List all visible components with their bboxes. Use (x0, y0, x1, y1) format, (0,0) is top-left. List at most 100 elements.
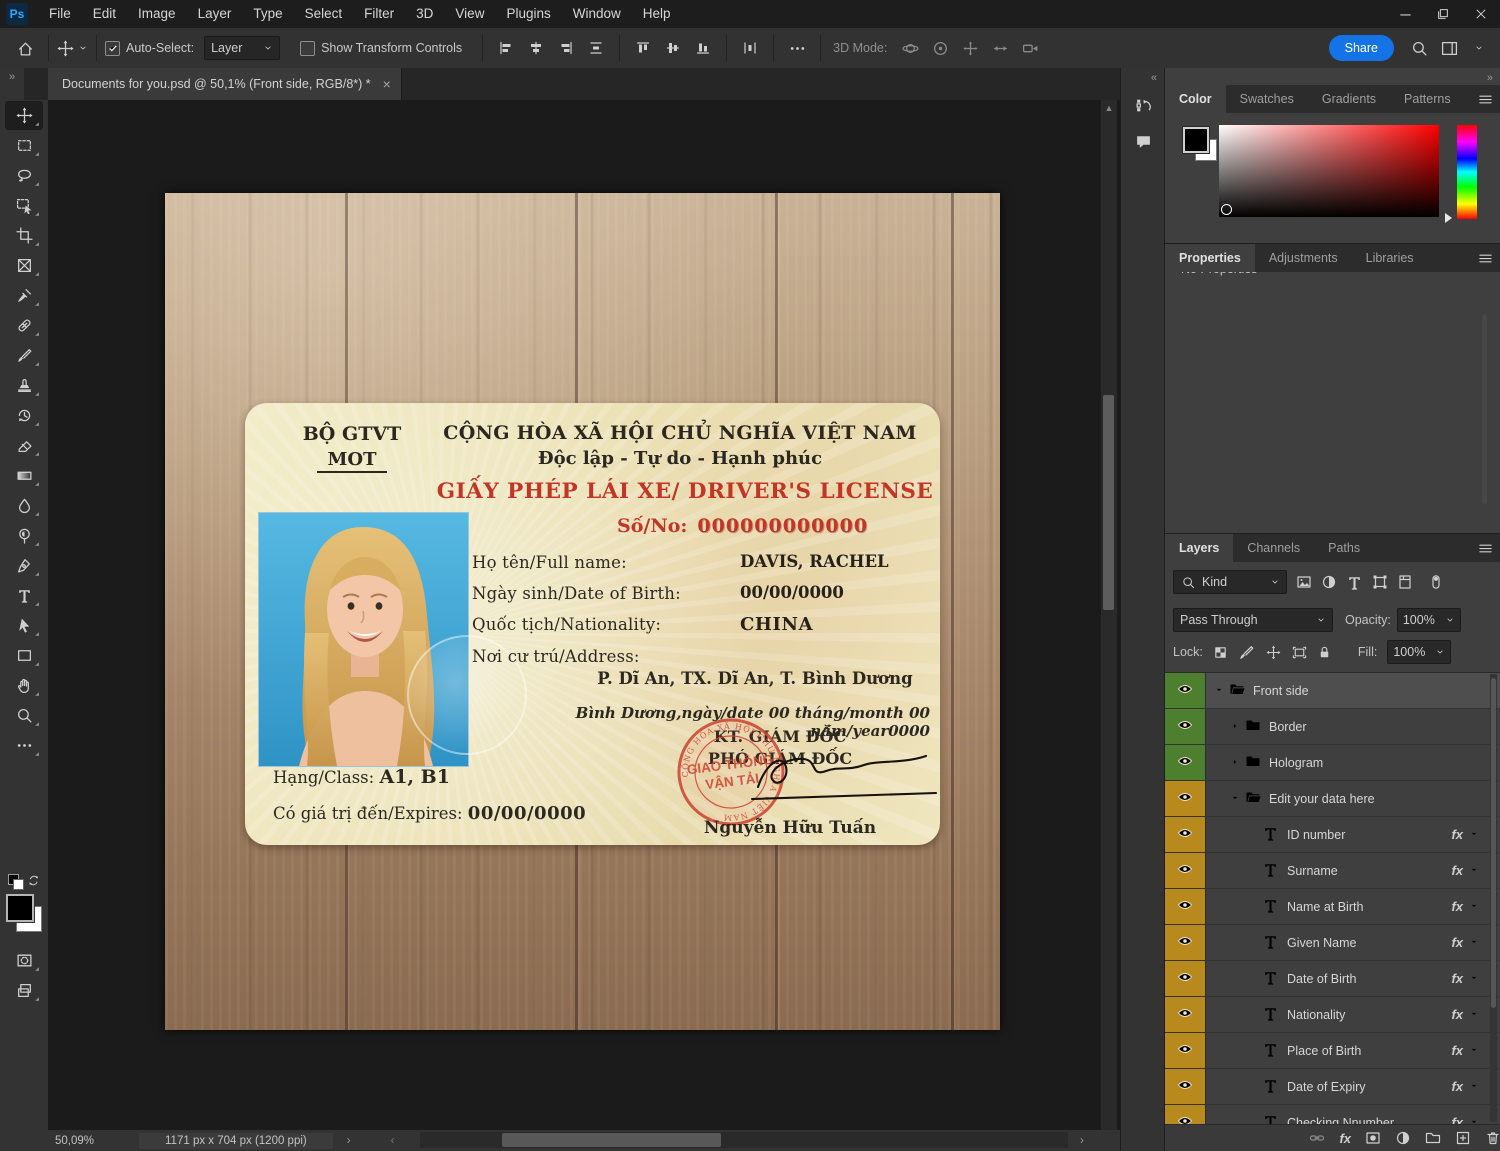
horizontal-scroll-thumb[interactable] (502, 1133, 721, 1147)
layer-visibility-toggle[interactable] (1165, 781, 1206, 816)
tab-paths[interactable]: Paths (1314, 534, 1374, 562)
tab-swatches[interactable]: Swatches (1226, 85, 1308, 113)
tab-patterns[interactable]: Patterns (1390, 85, 1465, 113)
menu-layer[interactable]: Layer (187, 0, 243, 28)
tool-crop[interactable] (5, 221, 43, 250)
swap-colors-icon[interactable] (28, 874, 41, 887)
layer-fx-badge[interactable]: fx (1451, 935, 1463, 950)
filter-shape-layers-icon[interactable] (1372, 574, 1388, 590)
fx-expand-chevron[interactable] (1469, 1008, 1479, 1022)
layer-fx-badge[interactable]: fx (1451, 1079, 1463, 1094)
tool-dodge[interactable] (5, 521, 43, 550)
layer-visibility-toggle[interactable] (1165, 961, 1206, 996)
layer-fx-badge[interactable]: fx (1451, 863, 1463, 878)
layer-row-front-side[interactable]: Front side (1165, 673, 1500, 709)
layer-name[interactable]: Date of Birth (1287, 972, 1356, 986)
layer-row-checking-nnumber[interactable]: Checking Nnumberfx (1165, 1105, 1500, 1125)
collapse-panels-chevron[interactable]: « (1121, 68, 1165, 84)
layer-row-border[interactable]: Border (1165, 709, 1500, 745)
share-button[interactable]: Share (1329, 35, 1394, 61)
align-middle-button[interactable] (658, 33, 688, 63)
fx-expand-chevron[interactable] (1469, 828, 1479, 842)
tool-clone-stamp[interactable] (5, 371, 43, 400)
layer-name[interactable]: Front side (1253, 684, 1309, 698)
layer-row-edit-your-data-here[interactable]: Edit your data here (1165, 781, 1500, 817)
tab-layers[interactable]: Layers (1165, 534, 1233, 562)
quick-mask-button[interactable] (5, 946, 43, 975)
vertical-scroll-thumb[interactable] (1103, 395, 1114, 610)
fx-expand-chevron[interactable] (1469, 864, 1479, 878)
auto-select-checkbox[interactable] (105, 41, 120, 56)
fx-expand-chevron[interactable] (1469, 1044, 1479, 1058)
layer-fx-badge[interactable]: fx (1451, 827, 1463, 842)
more-align-options-button[interactable] (782, 33, 812, 63)
fill-input[interactable]: 100% (1387, 640, 1451, 664)
tool-spot-healing[interactable] (5, 311, 43, 340)
layer-row-hologram[interactable]: Hologram (1165, 745, 1500, 781)
link-layers-icon[interactable] (1309, 1130, 1325, 1146)
layer-name[interactable]: Place of Birth (1287, 1044, 1361, 1058)
restore-button[interactable] (1424, 0, 1462, 28)
hue-slider-arrow[interactable] (1445, 213, 1452, 223)
fx-expand-chevron[interactable] (1469, 1080, 1479, 1094)
align-left-button[interactable] (491, 33, 521, 63)
tab-gradients[interactable]: Gradients (1308, 85, 1390, 113)
layer-effects-icon[interactable]: fx (1339, 1131, 1351, 1146)
blend-mode-dropdown[interactable]: Pass Through (1173, 608, 1333, 632)
tool-type[interactable] (5, 581, 43, 610)
license-card[interactable]: BỘ GTVT MOT CỘNG HÒA XÃ HỘI CHỦ NGHĨA VI… (245, 403, 940, 845)
tool-rectangular-marquee[interactable] (5, 131, 43, 160)
tools-collapse-control[interactable]: » (0, 68, 24, 103)
layer-row-id-number[interactable]: ID numberfx (1165, 817, 1500, 853)
tab-color[interactable]: Color (1165, 85, 1226, 113)
new-layer-icon[interactable] (1455, 1130, 1471, 1146)
lock-artboard-icon[interactable] (1292, 645, 1307, 660)
tool-pen[interactable] (5, 551, 43, 580)
menu-window[interactable]: Window (562, 0, 632, 28)
tool-rectangle[interactable] (5, 641, 43, 670)
layer-fx-badge[interactable]: fx (1451, 1043, 1463, 1058)
close-button[interactable] (1462, 0, 1500, 28)
layer-fx-badge[interactable]: fx (1451, 1007, 1463, 1022)
menu-help[interactable]: Help (632, 0, 682, 28)
filter-type-layers-icon[interactable] (1346, 574, 1363, 591)
expand-panels-chevron[interactable]: » (1487, 72, 1493, 84)
layer-visibility-toggle[interactable] (1165, 1033, 1206, 1068)
scroll-right-arrow[interactable]: › (1080, 1135, 1084, 1147)
filter-toggle-switch[interactable] (1428, 574, 1444, 590)
layer-visibility-toggle[interactable] (1165, 817, 1206, 852)
layer-name[interactable]: Border (1269, 720, 1307, 734)
layer-visibility-toggle[interactable] (1165, 925, 1206, 960)
tool-zoom[interactable] (5, 701, 43, 730)
3d-slide-button[interactable] (985, 33, 1015, 63)
layer-row-surname[interactable]: Surnamefx (1165, 853, 1500, 889)
workspace-chevron-button[interactable] (1464, 33, 1494, 63)
color-saturation-field[interactable] (1219, 125, 1439, 217)
layers-scrollbar[interactable] (1490, 674, 1497, 1122)
menu-view[interactable]: View (444, 0, 495, 28)
tool-eyedropper[interactable] (5, 281, 43, 310)
horizontal-scrollbar[interactable] (420, 1132, 1068, 1148)
tool-move[interactable] (5, 101, 43, 130)
distribute-v-button[interactable] (581, 33, 611, 63)
layer-visibility-toggle[interactable] (1165, 1069, 1206, 1104)
scroll-up-arrow[interactable]: ▲ (1101, 100, 1117, 113)
vertical-scrollbar[interactable]: ▲ (1100, 100, 1117, 1130)
tab-adjustments[interactable]: Adjustments (1255, 244, 1352, 272)
layer-visibility-toggle[interactable] (1165, 889, 1206, 924)
filter-adjustment-layers-icon[interactable] (1321, 574, 1337, 590)
layer-name[interactable]: Edit your data here (1269, 792, 1375, 806)
3d-roll-button[interactable] (925, 33, 955, 63)
fx-expand-chevron[interactable] (1469, 972, 1479, 986)
3d-pan-button[interactable] (955, 33, 985, 63)
delete-layer-icon[interactable] (1485, 1130, 1500, 1146)
properties-scrollbar[interactable] (1482, 314, 1487, 504)
tool-brush[interactable] (5, 341, 43, 370)
tool-frame[interactable] (5, 251, 43, 280)
collapse-group-chevron[interactable] (1230, 792, 1240, 806)
layer-row-date-of-birth[interactable]: Date of Birthfx (1165, 961, 1500, 997)
tool-edit-toolbar[interactable] (5, 731, 43, 760)
tool-history-brush[interactable] (5, 401, 43, 430)
menu-filter[interactable]: Filter (353, 0, 405, 28)
panel-menu-icon[interactable] (1478, 251, 1493, 266)
